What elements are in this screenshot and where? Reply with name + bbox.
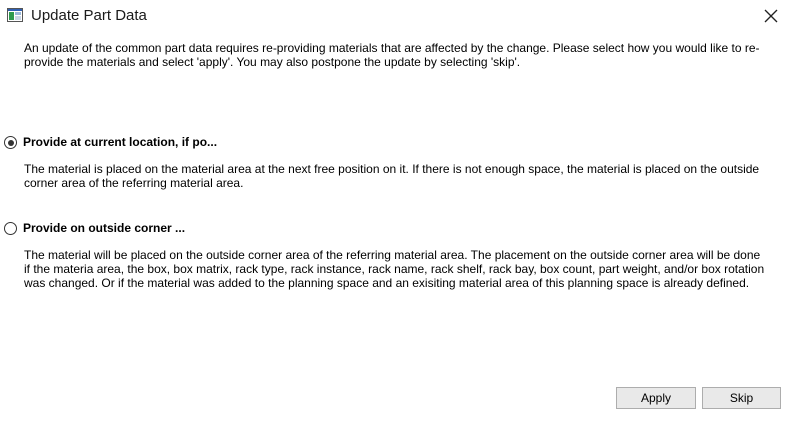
skip-button[interactable]: Skip xyxy=(702,387,781,409)
dialog-window: Update Part Data An update of the common… xyxy=(0,0,794,430)
title-bar: Update Part Data xyxy=(0,0,794,32)
radio-current-location[interactable] xyxy=(4,136,17,149)
option-description-outside-corner: The material will be placed on the outsi… xyxy=(24,248,765,290)
intro-text: An update of the common part data requir… xyxy=(24,41,760,69)
close-button[interactable] xyxy=(748,0,794,32)
option-description-current-location: The material is placed on the material a… xyxy=(24,162,760,190)
option-label-current-location[interactable]: Provide at current location, if po... xyxy=(23,135,217,150)
app-window-icon xyxy=(7,8,23,22)
apply-button[interactable]: Apply xyxy=(616,387,696,409)
window-title: Update Part Data xyxy=(31,7,147,24)
radio-outside-corner[interactable] xyxy=(4,222,17,235)
close-icon xyxy=(764,9,778,23)
option-label-outside-corner[interactable]: Provide on outside corner ... xyxy=(23,221,185,236)
